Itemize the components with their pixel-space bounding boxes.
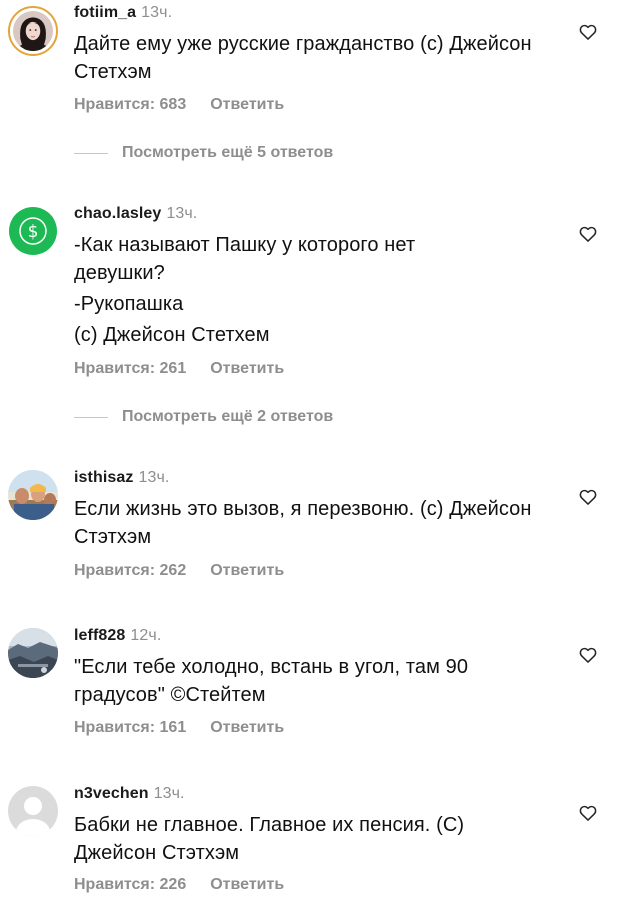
comment-line: (с) Джейсон Стетхем (74, 324, 270, 346)
likes-count[interactable]: Нравится: 161 (74, 719, 186, 736)
landscape-photo-icon (8, 628, 58, 678)
username[interactable]: n3vechen 13ч. (74, 785, 185, 803)
comment-text: Если жизнь это вызов, я перезвоню. (с) Д… (74, 495, 544, 554)
group-photo-icon (8, 470, 58, 520)
username[interactable]: isthisaz 13ч. (74, 469, 169, 487)
view-more-replies-label: Посмотреть ещё 5 ответов (122, 144, 334, 161)
heart-icon[interactable] (578, 803, 598, 823)
timestamp: 12ч. (130, 627, 162, 644)
avatar[interactable] (8, 470, 58, 520)
heart-icon[interactable] (578, 224, 598, 244)
reply-button[interactable]: Ответить (210, 360, 284, 377)
comment-actions: Нравится: 262 Ответить (74, 562, 284, 580)
comment-actions: Нравится: 261 Ответить (74, 360, 284, 378)
username[interactable]: chao.lasley 13ч. (74, 205, 197, 223)
username[interactable]: fotiim_a 13ч. (74, 4, 172, 22)
avatar[interactable] (8, 6, 58, 56)
reply-button[interactable]: Ответить (210, 876, 284, 893)
timestamp: 13ч. (153, 785, 185, 802)
timestamp: 13ч. (141, 4, 173, 21)
comment-text: -Как называют Пашку у которого нет девуш… (74, 231, 504, 352)
comment-line: Дайте ему уже русские гражданство (с) Дж… (74, 33, 532, 83)
view-more-replies[interactable]: Посмотреть ещё 5 ответов (74, 144, 333, 162)
svg-text:$: $ (28, 222, 39, 242)
view-more-replies-label: Посмотреть ещё 2 ответов (122, 408, 334, 425)
comment-line: Бабки не главное. Главное их пенсия. (С)… (74, 814, 465, 864)
comment-line: "Если тебе холодно, встань в угол, там 9… (74, 656, 469, 706)
reply-button[interactable]: Ответить (210, 719, 284, 736)
avatar[interactable] (8, 628, 58, 678)
portrait-photo-icon (13, 11, 53, 51)
heart-icon[interactable] (578, 22, 598, 42)
heart-icon[interactable] (578, 487, 598, 507)
avatar[interactable]: $ (8, 206, 58, 256)
divider-line (74, 152, 108, 154)
likes-count[interactable]: Нравится: 226 (74, 876, 186, 893)
timestamp: 13ч. (166, 205, 198, 222)
avatar[interactable] (8, 786, 58, 836)
likes-count[interactable]: Нравится: 683 (74, 96, 186, 113)
heart-icon[interactable] (578, 645, 598, 665)
comment-actions: Нравится: 683 Ответить (74, 96, 284, 114)
reply-button[interactable]: Ответить (210, 562, 284, 579)
comment-line: Если жизнь это вызов, я перезвоню. (с) Д… (74, 498, 532, 548)
comment-text: "Если тебе холодно, встань в угол, там 9… (74, 653, 544, 712)
username[interactable]: leff828 12ч. (74, 627, 161, 645)
divider-line (74, 416, 108, 418)
comment-line: -Рукопашка (74, 293, 184, 315)
comment-text: Бабки не главное. Главное их пенсия. (С)… (74, 811, 544, 870)
reply-button[interactable]: Ответить (210, 96, 284, 113)
likes-count[interactable]: Нравится: 262 (74, 562, 186, 579)
view-more-replies[interactable]: Посмотреть ещё 2 ответов (74, 408, 333, 426)
comment-line: -Как называют Пашку у которого нет девуш… (74, 234, 416, 284)
likes-count[interactable]: Нравится: 261 (74, 360, 186, 377)
timestamp: 13ч. (138, 469, 170, 486)
dollar-sign-icon: $ (8, 206, 58, 256)
comment-actions: Нравится: 161 Ответить (74, 719, 284, 737)
comment-actions: Нравится: 226 Ответить (74, 876, 284, 894)
default-user-icon (8, 786, 58, 836)
comment-text: Дайте ему уже русские гражданство (с) Дж… (74, 30, 544, 89)
